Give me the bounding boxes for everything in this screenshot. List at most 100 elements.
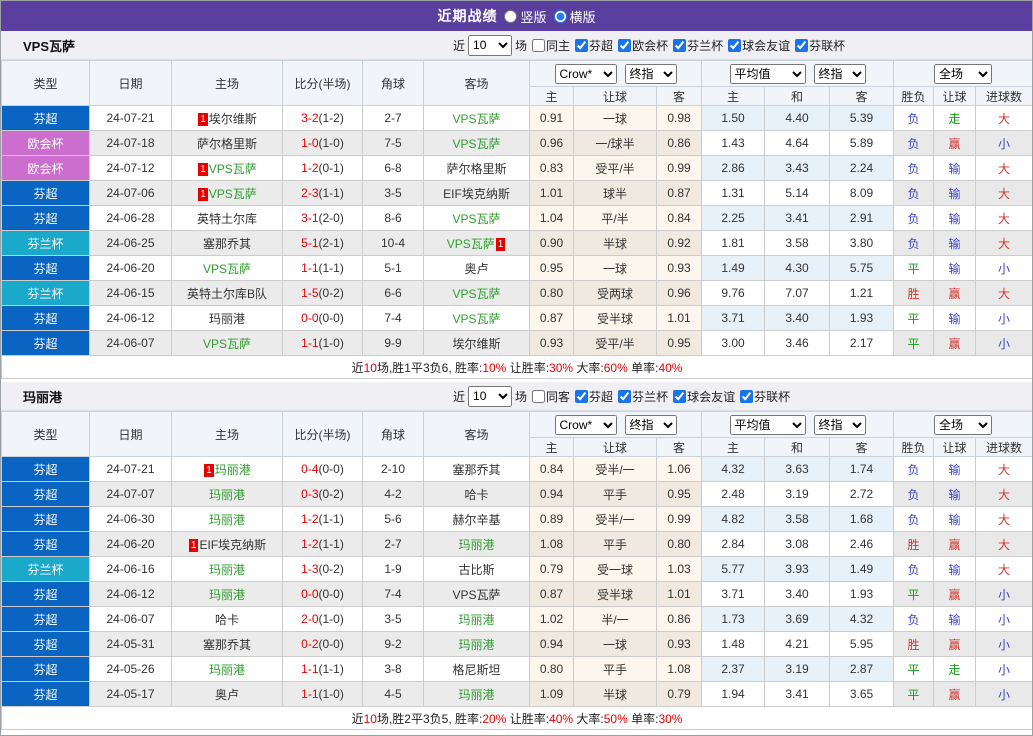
same-venue-label: 同主 (546, 38, 571, 53)
league-checkbox-label: 球会友谊 (742, 38, 791, 53)
result-cell: 负 (893, 230, 935, 256)
odds-time-select[interactable]: 终指 (624, 63, 677, 84)
odds-away-cell: 1.03 (655, 556, 703, 582)
away-cell: VPS瓦萨 (423, 581, 530, 607)
goals-result-cell: 小 (975, 631, 1032, 657)
score-cell: 1-1(1-1) (282, 255, 363, 281)
column-header: 日期 (89, 60, 172, 106)
recent-count-select[interactable]: 10 (468, 385, 513, 407)
odds-home-cell: 0.96 (529, 130, 574, 156)
fulltime-score: 0-0 (301, 311, 319, 325)
type-cell: 芬超 (1, 456, 90, 482)
avg-draw-cell: 4.64 (764, 130, 831, 156)
handicap-result-cell: 走 (933, 105, 977, 131)
avg-draw-cell: 3.19 (764, 481, 831, 507)
type-cell: 芬兰杯 (1, 556, 90, 582)
avg-home-cell: 1.50 (701, 105, 766, 131)
handicap-cell: 受平/半 (573, 330, 657, 356)
away-cell: 赫尔辛基 (423, 506, 530, 532)
score-cell: 1-2(1-1) (282, 531, 363, 557)
home-team-name: 玛丽港 (208, 587, 245, 602)
league-checkbox[interactable] (575, 38, 589, 52)
home-team-name: VPS瓦萨 (208, 161, 257, 176)
column-header: 日期 (89, 411, 172, 457)
avg-home-cell: 1.81 (701, 230, 766, 256)
avg-home-cell: 1.48 (701, 631, 766, 657)
avg-draw-cell: 5.14 (764, 180, 831, 206)
home-team-name: 塞那乔其 (202, 236, 251, 251)
league-checkbox[interactable] (673, 38, 687, 52)
summary-segment: 30% (549, 360, 574, 375)
type-cell: 芬超 (1, 180, 90, 206)
handicap-cell: 一球 (573, 105, 657, 131)
avg-source-select[interactable]: 平均值 (729, 63, 806, 84)
home-cell: 玛丽港 (171, 556, 283, 582)
goals-result-cell: 大 (975, 105, 1032, 131)
league-checkbox[interactable] (673, 389, 687, 403)
odds-home-cell: 0.84 (529, 456, 574, 482)
league-checkbox[interactable] (618, 38, 632, 52)
avg-home-cell: 9.76 (701, 280, 766, 306)
horizontal-layout-label: 横版 (569, 9, 596, 25)
score-cell: 1-1(1-0) (282, 681, 363, 707)
avg-home-cell: 1.94 (701, 681, 766, 707)
handicap-result-cell: 走 (933, 656, 977, 682)
avg-home-cell: 3.71 (701, 581, 766, 607)
sub-column-header: 主 (529, 437, 574, 457)
same-venue-checkbox[interactable] (532, 389, 546, 403)
league-checkbox[interactable] (728, 38, 742, 52)
corner-cell: 7-5 (362, 130, 424, 156)
results-table: 类型 日期 主场 比分(半场) 角球 客场 Crow* 终指 平均值 终指 全场主让球客主和客胜负让… (1, 60, 1032, 379)
avg-draw-cell: 4.21 (764, 631, 831, 657)
league-checkbox[interactable] (795, 38, 809, 52)
handicap-cell: 球半 (573, 180, 657, 206)
scope-select[interactable]: 全场 (934, 63, 993, 84)
vertical-layout-radio[interactable] (504, 9, 518, 23)
summary-segment: 大率: (573, 360, 604, 375)
summary-segment: 10 (363, 711, 377, 726)
odds-source-select[interactable]: Crow* (554, 63, 617, 84)
same-venue-checkbox[interactable] (532, 38, 546, 52)
handicap-cell: 受平/半 (573, 155, 657, 181)
avg-source-select[interactable]: 平均值 (729, 414, 806, 435)
header-row-groups: 类型 日期 主场 比分(半场) 角球 客场 Crow* 终指 平均值 终指 全场 (1, 411, 1032, 457)
result-cell: 胜 (893, 280, 935, 306)
avg-time-select[interactable]: 终指 (813, 63, 866, 84)
fulltime-score: 1-1 (301, 662, 319, 676)
result-cell: 平 (893, 681, 935, 707)
scope-group-header: 全场 (893, 60, 1032, 87)
fulltime-score: 0-3 (301, 487, 319, 501)
odds-source-select[interactable]: Crow* (554, 414, 617, 435)
handicap-result-cell: 赢 (933, 130, 977, 156)
halftime-score: (1-1) (318, 186, 344, 200)
scope-select[interactable]: 全场 (934, 414, 993, 435)
league-checkbox[interactable] (618, 389, 632, 403)
handicap-cell: 一球 (573, 631, 657, 657)
type-cell: 芬超 (1, 330, 90, 356)
handicap-cell: 半球 (573, 681, 657, 707)
odds-time-select[interactable]: 终指 (624, 414, 677, 435)
home-cell: VPS瓦萨 (171, 255, 283, 281)
match-row: 芬超 24-05-31 塞那乔其 0-2(0-0) 9-2 玛丽港 0.94 一球 0.93 1.… (1, 631, 1032, 657)
date-cell: 24-06-30 (89, 506, 172, 532)
halftime-score: (1-1) (318, 512, 344, 526)
home-team-name: 奥卢 (214, 687, 239, 702)
column-header: 类型 (1, 411, 90, 457)
corner-cell: 1-9 (362, 556, 424, 582)
handicap-cell: 受半/一 (573, 456, 657, 482)
avg-draw-cell: 3.69 (764, 606, 831, 632)
top-bar: 近期战绩 竖版 横版 (1, 1, 1032, 31)
page: 近期战绩 竖版 横版 VPS瓦萨近 10 场同主 芬超 欧会杯 芬兰杯 球会友谊 芬联杯 类型日… (0, 0, 1033, 736)
horizontal-layout-radio[interactable] (553, 9, 567, 23)
recent-count-select[interactable]: 10 (468, 34, 513, 56)
fulltime-score: 5-1 (301, 236, 319, 250)
score-cell: 0-4(0-0) (282, 456, 363, 482)
home-cell: 玛丽港 (171, 305, 283, 331)
avg-time-select[interactable]: 终指 (813, 414, 866, 435)
halftime-score: (0-0) (318, 311, 344, 325)
corner-cell: 7-4 (362, 581, 424, 607)
league-checkbox-label: 芬超 (589, 38, 614, 53)
league-checkbox[interactable] (575, 389, 589, 403)
corner-cell: 2-7 (362, 531, 424, 557)
league-checkbox[interactable] (740, 389, 754, 403)
